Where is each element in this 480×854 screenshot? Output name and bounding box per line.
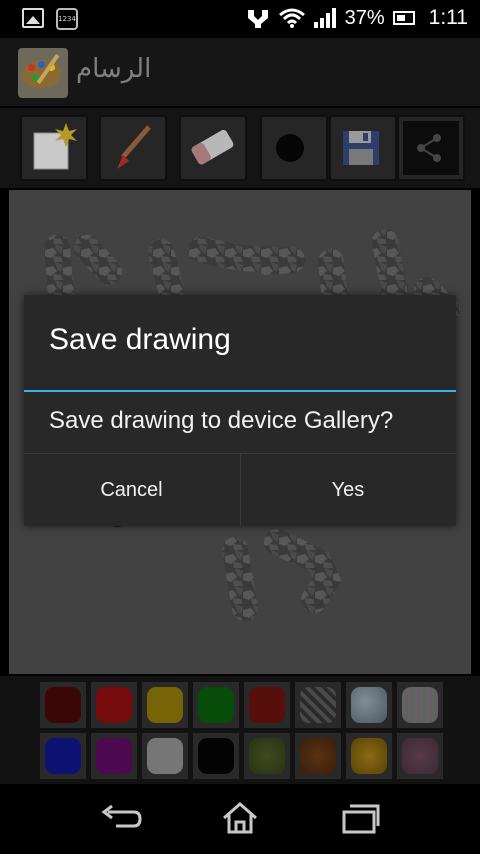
color-swatch — [96, 738, 132, 774]
color-swatch — [45, 738, 81, 774]
dialog-title: Save drawing — [49, 323, 231, 356]
numbers-notification-icon: 1234 — [56, 8, 78, 30]
toolbar — [0, 108, 480, 188]
battery-percent: 37% — [344, 6, 385, 29]
navigation-bar — [0, 784, 480, 854]
usb-debug-icon — [247, 10, 268, 28]
color-swatch — [300, 738, 336, 774]
color-swatch-cell[interactable] — [91, 682, 137, 728]
color-swatch — [198, 738, 234, 774]
color-swatch — [300, 687, 336, 723]
color-swatch-cell[interactable] — [193, 682, 239, 728]
eraser-icon — [191, 129, 234, 165]
eraser-button[interactable] — [179, 115, 247, 181]
save-button[interactable] — [329, 115, 397, 181]
color-swatch-cell[interactable] — [295, 733, 341, 779]
color-palette — [0, 676, 480, 784]
color-swatch-cell[interactable] — [397, 733, 443, 779]
color-swatch-cell[interactable] — [244, 682, 290, 728]
color-swatch — [147, 687, 183, 723]
share-icon — [403, 121, 459, 175]
color-swatch-cell[interactable] — [40, 682, 86, 728]
action-bar: الرسام — [0, 38, 480, 108]
color-swatch — [402, 738, 438, 774]
home-button[interactable] — [210, 798, 270, 838]
color-swatch-cell[interactable] — [40, 733, 86, 779]
color-swatch-cell[interactable] — [346, 733, 392, 779]
color-swatch — [96, 687, 132, 723]
color-swatch — [351, 738, 387, 774]
color-swatch-cell[interactable] — [142, 682, 188, 728]
image-notification-icon — [22, 8, 44, 28]
brush-size-button[interactable] — [260, 115, 328, 181]
color-swatch-cell[interactable] — [193, 733, 239, 779]
color-swatch-cell[interactable] — [397, 682, 443, 728]
brush-size-icon — [276, 134, 304, 162]
color-swatch — [198, 687, 234, 723]
home-icon — [223, 802, 257, 834]
color-swatch — [249, 738, 285, 774]
color-swatch-cell[interactable] — [244, 733, 290, 779]
color-swatch-cell[interactable] — [346, 682, 392, 728]
dialog-divider — [24, 390, 456, 392]
clock: 1:11 — [428, 6, 468, 29]
battery-icon — [392, 11, 415, 25]
color-swatch — [147, 738, 183, 774]
save-icon — [343, 131, 379, 165]
status-bar: 1234 37% 1:11 — [0, 0, 480, 38]
recent-apps-button[interactable] — [330, 798, 390, 838]
paint-palette-icon[interactable] — [18, 48, 68, 98]
color-swatch — [45, 687, 81, 723]
new-canvas-icon — [33, 123, 77, 170]
share-button[interactable] — [397, 115, 465, 181]
brush-icon — [117, 125, 151, 169]
brush-button[interactable] — [99, 115, 167, 181]
dialog-button-row: Cancel Yes — [24, 453, 456, 527]
signal-icon — [313, 8, 336, 28]
color-swatch-cell[interactable] — [91, 733, 137, 779]
app-title: الرسام — [76, 54, 152, 84]
color-swatch — [249, 687, 285, 723]
recent-apps-icon — [342, 804, 380, 834]
back-icon — [101, 804, 142, 828]
back-button[interactable] — [90, 798, 150, 838]
save-drawing-dialog: Save drawing Save drawing to device Gall… — [24, 295, 456, 527]
cancel-button[interactable]: Cancel — [24, 454, 239, 527]
color-swatch — [351, 687, 387, 723]
dialog-message: Save drawing to device Gallery? — [49, 407, 394, 434]
new-canvas-button[interactable] — [20, 115, 88, 181]
yes-button[interactable]: Yes — [240, 454, 455, 527]
color-swatch — [402, 687, 438, 723]
color-swatch-cell[interactable] — [142, 733, 188, 779]
wifi-icon — [278, 8, 305, 28]
color-swatch-cell[interactable] — [295, 682, 341, 728]
